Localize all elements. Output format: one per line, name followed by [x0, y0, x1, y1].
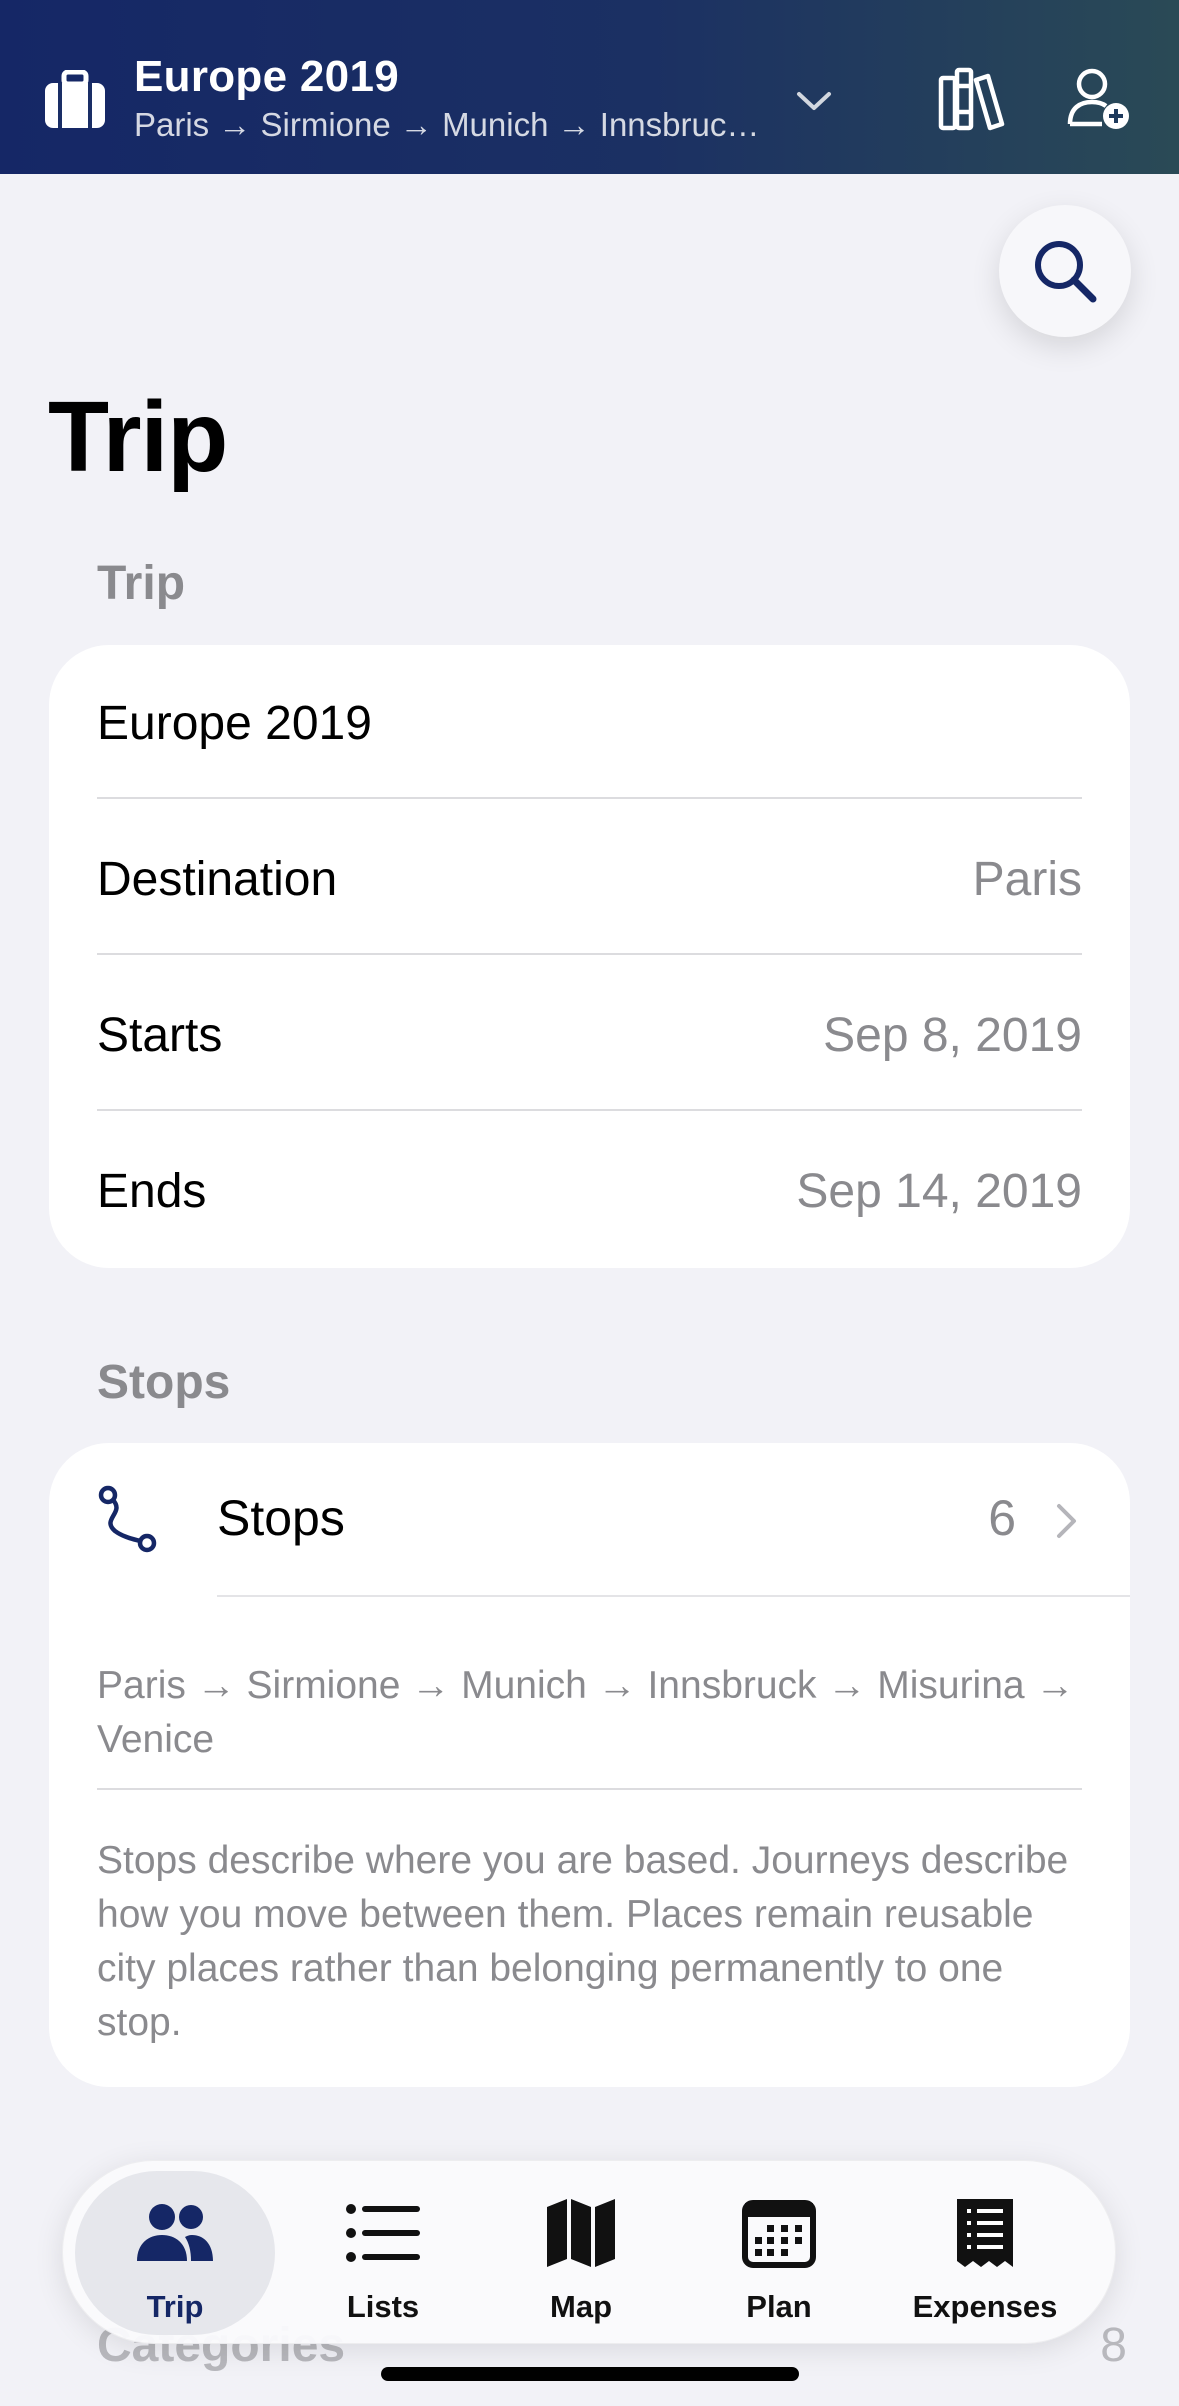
receipt-icon: [957, 2199, 1013, 2267]
list-icon: [346, 2204, 420, 2262]
divider: [97, 953, 1082, 955]
home-indicator[interactable]: [381, 2367, 799, 2381]
stops-count: 6: [988, 1490, 1016, 1546]
trip-header: Europe 2019 Paris → Sirmione → Munich → …: [0, 0, 1179, 174]
chevron-right-icon: [1057, 1504, 1076, 1538]
suitcase-icon: [45, 70, 105, 128]
stops-label: Stops: [217, 1490, 345, 1546]
search-icon: [1035, 241, 1097, 303]
trip-name-value: Europe 2019: [97, 696, 372, 750]
library-icon[interactable]: [938, 66, 1006, 132]
tab-expenses[interactable]: Expenses: [885, 2171, 1085, 2335]
categories-count: 8: [1100, 2319, 1127, 2372]
start-date-value: Sep 8, 2019: [823, 1008, 1082, 1062]
tab-plan-label: Plan: [746, 2289, 812, 2324]
search-button[interactable]: [999, 205, 1131, 337]
stops-row[interactable]: Stops 6: [49, 1443, 1130, 1597]
end-date-row[interactable]: Ends Sep 14, 2019: [97, 1113, 1082, 1268]
tab-map[interactable]: Map: [481, 2171, 681, 2335]
stops-explanation: Stops describe where you are based. Jour…: [97, 1839, 1069, 2044]
trip-name-field[interactable]: Europe 2019: [97, 645, 1082, 801]
tab-trip-label: Trip: [146, 2289, 204, 2324]
add-user-icon[interactable]: [1066, 66, 1130, 130]
tab-lists[interactable]: Lists: [283, 2171, 483, 2335]
stops-section-label: Stops: [97, 1356, 231, 1409]
tab-lists-label: Lists: [346, 2289, 420, 2324]
divider: [217, 1595, 1130, 1597]
destination-row[interactable]: Destination Paris: [97, 801, 1082, 957]
destination-value: Paris: [972, 852, 1082, 906]
trip-route-summary: Paris → Sirmione → Munich → Innsbruc…: [134, 106, 760, 143]
map-icon: [547, 2199, 615, 2267]
calendar-icon: [742, 2200, 816, 2268]
trip-section-label: Trip: [97, 557, 186, 610]
route-icon: [98, 1485, 157, 1553]
tab-plan[interactable]: Plan: [679, 2171, 879, 2335]
end-date-value: Sep 14, 2019: [796, 1164, 1082, 1218]
stops-card: Stops 6 Paris → Sirmione → Munich → Inns…: [49, 1443, 1130, 2087]
divider: [97, 1788, 1082, 1790]
trip-switcher-title[interactable]: Europe 2019: [134, 52, 399, 102]
tab-map-label: Map: [550, 2289, 612, 2324]
tab-bar: Trip Lists Map Plan Expenses: [62, 2160, 1116, 2344]
end-date-label: Ends: [97, 1164, 207, 1218]
destination-label: Destination: [97, 852, 338, 906]
chevron-down-icon[interactable]: [795, 86, 833, 116]
divider: [97, 797, 1082, 799]
start-date-label: Starts: [97, 1008, 223, 1062]
stops-route-text: Paris → Sirmione → Munich → Innsbruck → …: [97, 1664, 1075, 1761]
tab-expenses-label: Expenses: [912, 2289, 1058, 2324]
start-date-row[interactable]: Starts Sep 8, 2019: [97, 957, 1082, 1113]
trip-details-card: Europe 2019 Destination Paris Starts Sep…: [49, 645, 1130, 1268]
people-icon: [137, 2204, 213, 2261]
tab-trip[interactable]: Trip: [75, 2171, 275, 2335]
divider: [97, 1109, 1082, 1111]
page-title: Trip: [48, 381, 228, 493]
